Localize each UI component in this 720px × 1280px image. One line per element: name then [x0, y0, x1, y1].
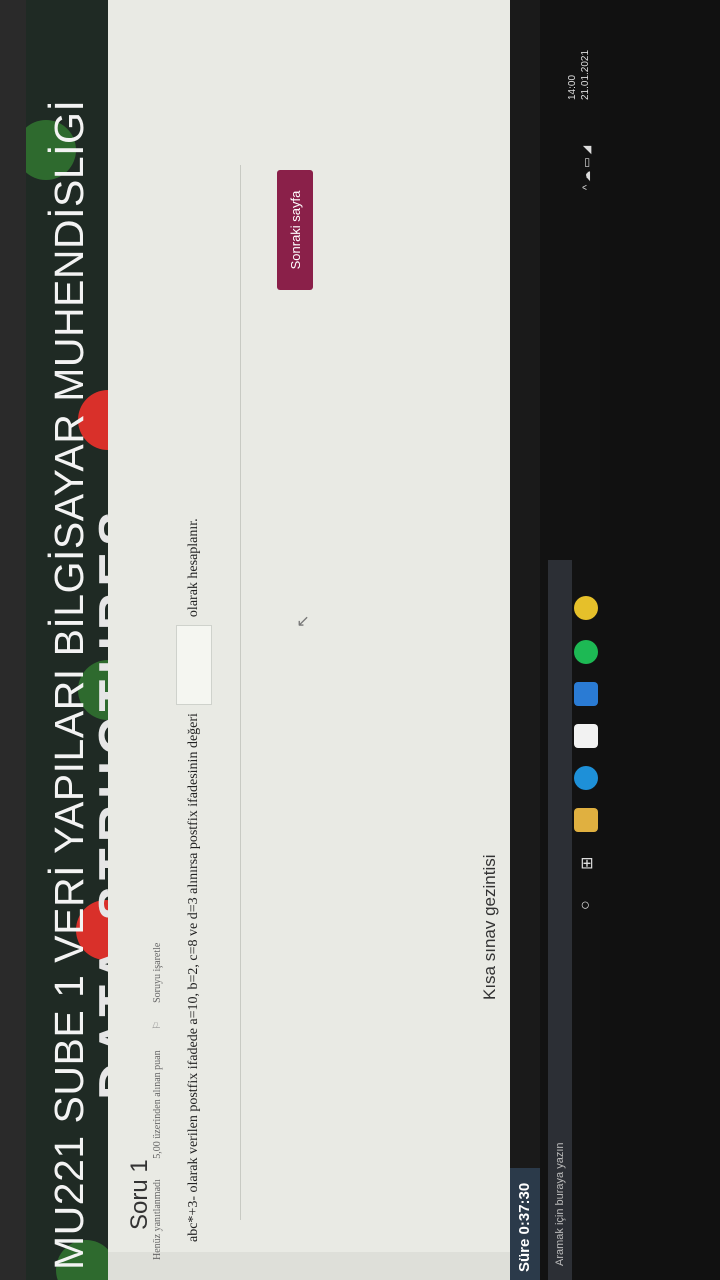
edge-icon[interactable]	[574, 766, 598, 790]
chrome-icon[interactable]	[574, 596, 598, 620]
question-text-after: olarak hesaplanır.	[186, 518, 201, 618]
monitor-bezel-bottom	[600, 0, 720, 1280]
monitor-bezel	[0, 0, 26, 1280]
banner-title: MU221 SUBE 1 VERİ YAPILARI BİLGİSAYAR MU…	[46, 99, 92, 1270]
question-text: abc*+3- olarak verilen postfix ifadede a…	[176, 518, 212, 1242]
taskbar-search-input[interactable]: Aramak için buraya yazın	[548, 560, 572, 1280]
question-points: 5,00 üzerinden alınan puan	[152, 1050, 163, 1159]
question-title: Soru 1	[126, 1159, 153, 1230]
spotify-icon[interactable]	[574, 640, 598, 664]
search-icon[interactable]: ○	[577, 900, 595, 910]
system-tray[interactable]: ^ ☁ ▭ ◢	[580, 146, 593, 190]
flag-question-label: Soruyu işaretle	[152, 942, 163, 1003]
flag-icon: ⚐	[152, 1020, 163, 1030]
task-view-icon[interactable]: ⊞	[577, 857, 597, 870]
store-icon[interactable]	[574, 724, 598, 748]
taskbar-clock[interactable]: 14:00 21.01.2021	[566, 50, 592, 100]
quiz-navigation-title: Kısa sınav gezintisi	[480, 854, 499, 1000]
page-left-strip	[108, 1252, 510, 1280]
next-page-button[interactable]: Sonraki sayfa	[277, 170, 313, 290]
clock-date: 21.01.2021	[580, 49, 591, 100]
question-meta: Henüz yanıtlanmadı 5,00 üzerinden alınan…	[152, 907, 163, 1260]
question-text-before: abc*+3- olarak verilen postfix ifadede a…	[186, 713, 201, 1242]
file-explorer-icon[interactable]	[574, 808, 598, 832]
answer-input[interactable]	[176, 625, 212, 706]
timer: Süre 0:37:30	[510, 1168, 540, 1280]
divider	[240, 165, 241, 1220]
flag-question[interactable]: ⚐ Soruyu işaretle	[152, 925, 163, 1030]
mail-icon[interactable]	[574, 682, 598, 706]
mouse-cursor-icon: ↖	[295, 614, 312, 628]
question-status: Henüz yanıtlanmadı	[152, 1179, 163, 1260]
course-banner: DATA STRUCTURES MU221 SUBE 1 VERİ YAPILA…	[26, 0, 108, 1280]
clock-time: 14:00	[567, 74, 578, 100]
screen: DATA STRUCTURES MU221 SUBE 1 VERİ YAPILA…	[0, 0, 720, 1280]
